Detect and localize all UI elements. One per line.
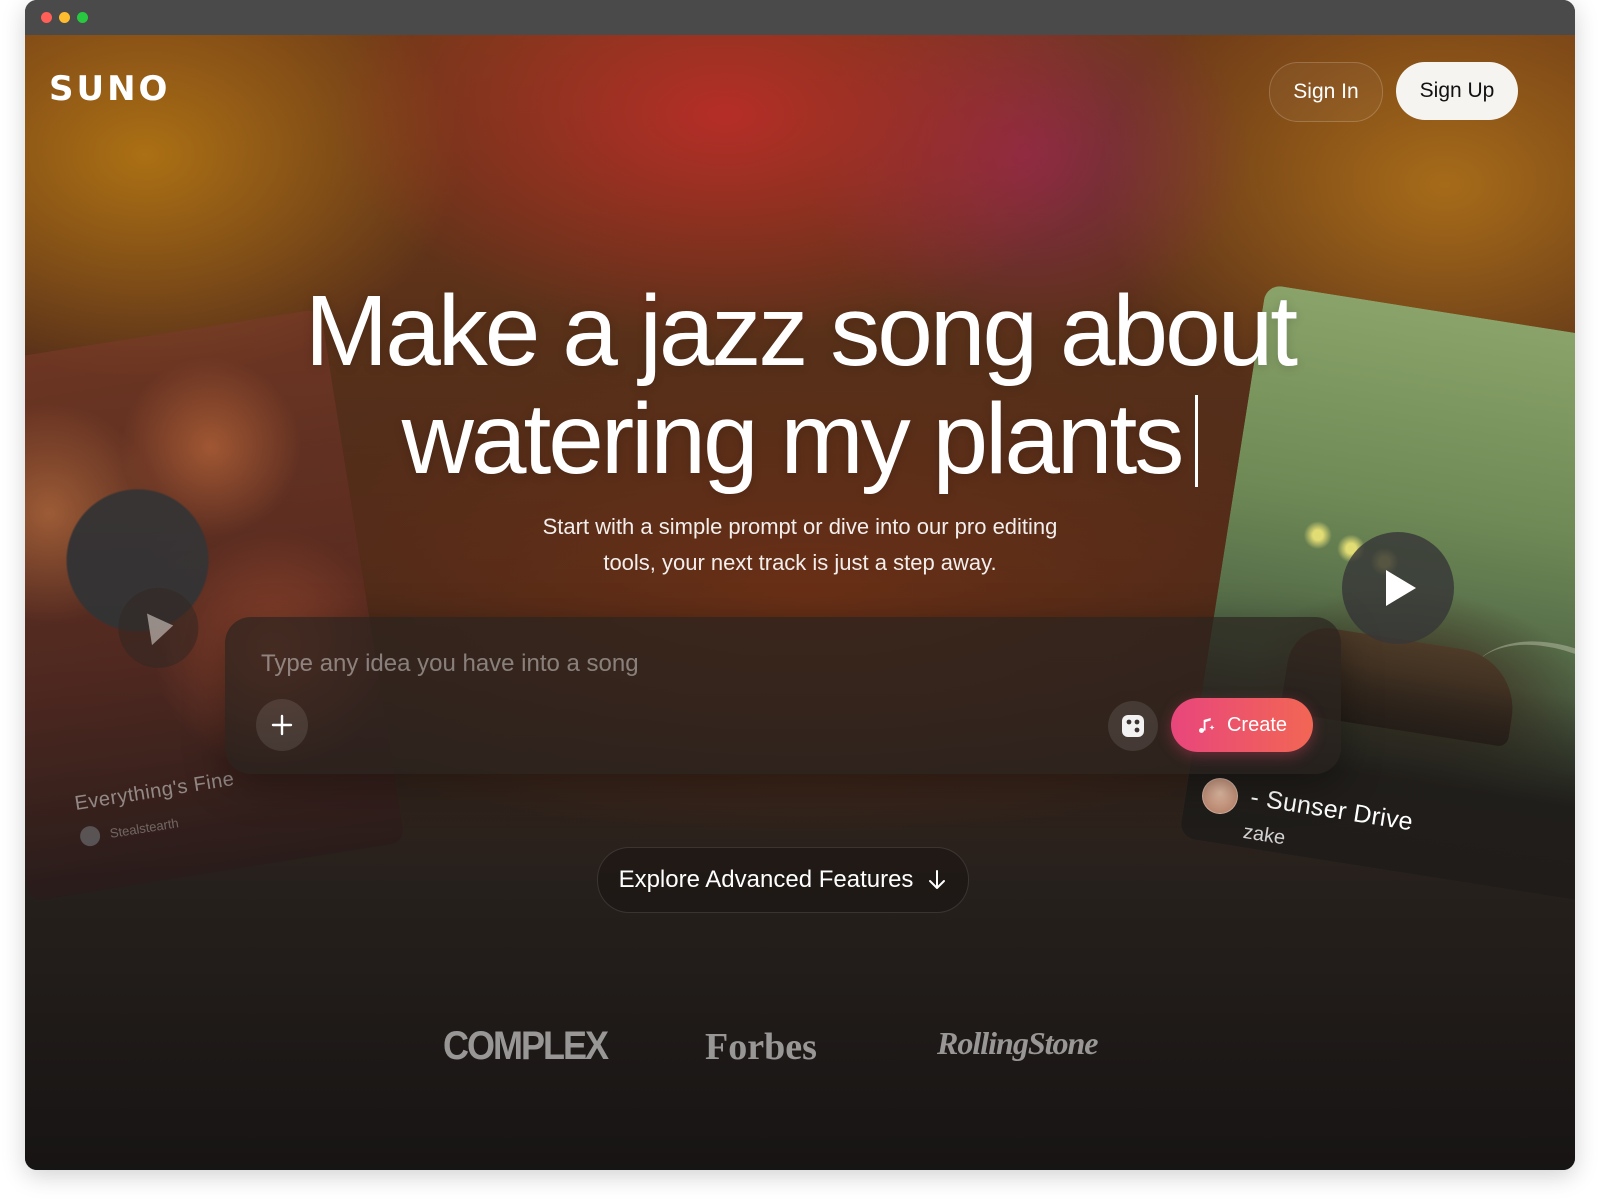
close-window-button[interactable] bbox=[41, 12, 52, 23]
minimize-window-button[interactable] bbox=[59, 12, 70, 23]
explore-button-label: Explore Advanced Features bbox=[618, 866, 914, 893]
browser-window: Everything's Fine Stealstearth - Sunser … bbox=[25, 0, 1575, 1170]
hero-headline-line-2-wrap: watering my plants bbox=[25, 385, 1575, 493]
maximize-window-button[interactable] bbox=[77, 12, 88, 23]
dice-icon bbox=[1122, 715, 1144, 737]
hero-subtitle: Start with a simple prompt or dive into … bbox=[25, 509, 1575, 581]
music-note-sparkle-icon bbox=[1198, 718, 1215, 733]
create-button-label: Create bbox=[1226, 713, 1288, 736]
window-titlebar bbox=[25, 0, 1575, 36]
suno-logo[interactable]: SUNO bbox=[49, 69, 170, 109]
sign-up-button[interactable]: Sign Up bbox=[1396, 62, 1518, 120]
album-card-left-artist: Stealstearth bbox=[108, 815, 180, 841]
album-card-right-avatar bbox=[1202, 778, 1238, 814]
complex-logo: COMPLEX bbox=[443, 1022, 609, 1068]
song-prompt-box: Create bbox=[225, 617, 1341, 774]
hero-subtitle-line-1: Start with a simple prompt or dive into … bbox=[542, 514, 1058, 539]
hero-section: Everything's Fine Stealstearth - Sunser … bbox=[25, 35, 1575, 1170]
create-button[interactable]: Create bbox=[1171, 698, 1313, 752]
album-card-left-title: Everything's Fine bbox=[73, 768, 236, 815]
arrow-down-icon bbox=[929, 870, 946, 889]
add-button[interactable] bbox=[256, 699, 308, 751]
forbes-logo: Forbes bbox=[705, 1026, 817, 1068]
hero-headline-line-1: Make a jazz song about bbox=[304, 275, 1298, 387]
hero-subtitle-line-2: tools, your next track is just a step aw… bbox=[603, 550, 997, 575]
hero-headline-line-2: watering my plants bbox=[401, 383, 1185, 495]
play-icon[interactable] bbox=[112, 582, 205, 674]
sign-in-button[interactable]: Sign In bbox=[1269, 62, 1383, 122]
rolling-stone-logo: RollingStone bbox=[937, 1025, 1098, 1061]
text-caret bbox=[1195, 395, 1199, 487]
random-prompt-button[interactable] bbox=[1108, 701, 1158, 751]
song-idea-input[interactable] bbox=[259, 643, 1163, 685]
explore-advanced-features-button[interactable]: Explore Advanced Features bbox=[597, 847, 969, 913]
plus-icon bbox=[271, 714, 293, 736]
album-card-left-avatar bbox=[78, 824, 102, 848]
hero-headline: Make a jazz song about watering my plant… bbox=[25, 277, 1575, 493]
